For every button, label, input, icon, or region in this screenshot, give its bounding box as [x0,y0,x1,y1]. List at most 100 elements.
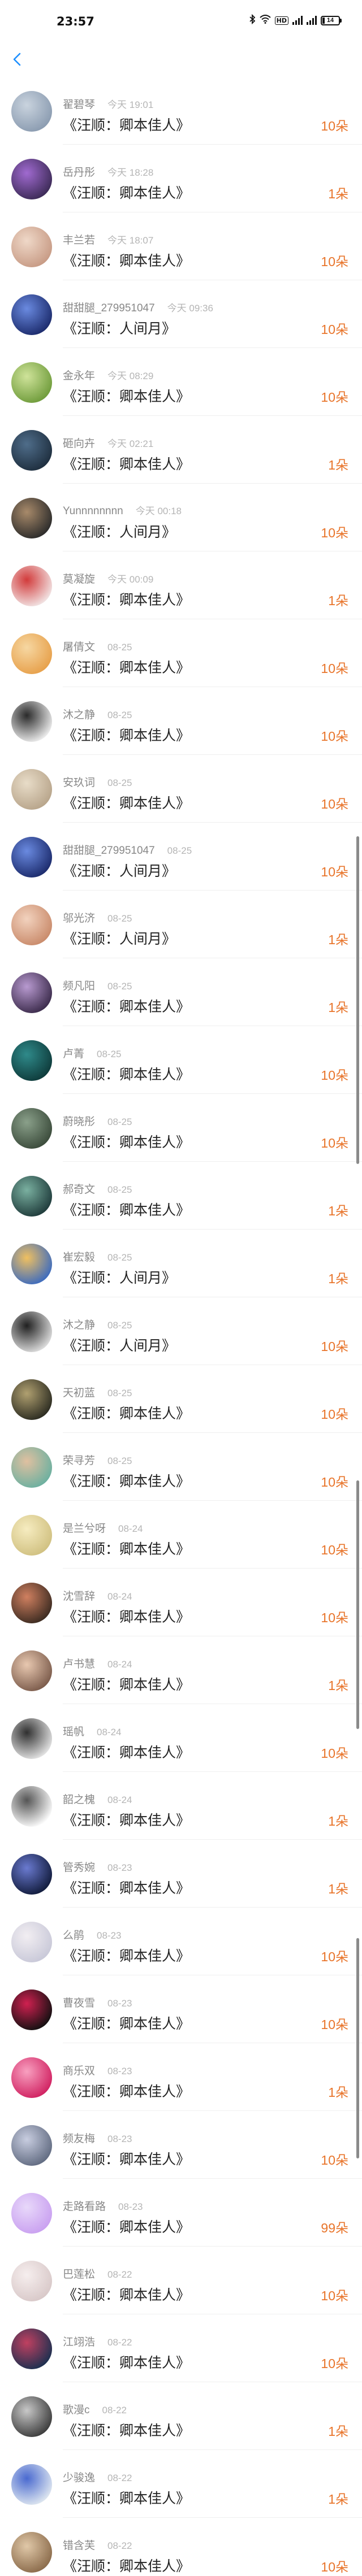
work-title: 《汪顺：人间月》 [63,524,176,540]
list-item[interactable]: 安玖词 08-25 《汪顺：卿本佳人》 10朵 [0,755,362,823]
list-item[interactable]: 么鹃 08-23 《汪顺：卿本佳人》 10朵 [0,1908,362,1975]
avatar[interactable] [11,91,52,132]
avatar[interactable] [11,498,52,538]
list-item[interactable]: 岳丹彤 今天 18:28 《汪顺：卿本佳人》 1朵 [0,145,362,212]
list-item[interactable]: 甜甜腿_279951047 今天 09:36 《汪顺：人间月》 10朵 [0,280,362,348]
timestamp: 今天 08:29 [107,371,154,381]
list-item[interactable]: 蔚晓彤 08-25 《汪顺：卿本佳人》 10朵 [0,1094,362,1162]
scrollbar-thumb[interactable] [356,836,359,1164]
avatar[interactable] [11,2261,52,2301]
user-name: 瑶帆 [63,1726,85,1738]
avatar[interactable] [11,1650,52,1691]
list-item[interactable]: 天初蓝 08-25 《汪顺：卿本佳人》 10朵 [0,1365,362,1433]
work-title: 《汪顺：卿本佳人》 [63,2355,191,2371]
list-item[interactable]: 砸向卉 今天 02:21 《汪顺：卿本佳人》 1朵 [0,416,362,484]
avatar[interactable] [11,1108,52,1149]
list-item[interactable]: 曹夜雪 08-23 《汪顺：卿本佳人》 10朵 [0,1975,362,2043]
list-item[interactable]: 郝奇文 08-25 《汪顺：卿本佳人》 1朵 [0,1162,362,1230]
hd-icon: HD [274,16,288,25]
list-item[interactable]: Yunnnnnnnn 今天 00:18 《汪顺：人间月》 10朵 [0,484,362,551]
list-item[interactable]: 邬光济 08-25 《汪顺：人间月》 1朵 [0,890,362,958]
list-item[interactable]: 莫凝旋 今天 00:09 《汪顺：卿本佳人》 1朵 [0,551,362,619]
item-meta: 沐之静 08-25 [63,706,132,722]
avatar[interactable] [11,972,52,1013]
item-meta: 屠倩文 08-25 [63,638,132,654]
avatar[interactable] [11,1311,52,1352]
avatar[interactable] [11,701,52,742]
avatar[interactable] [11,1786,52,1827]
avatar[interactable] [11,362,52,403]
list-item[interactable]: 甜甜腿_279951047 08-25 《汪顺：人间月》 10朵 [0,823,362,890]
user-name: 丰兰若 [63,234,96,246]
avatar[interactable] [11,1447,52,1488]
avatar[interactable] [11,1854,52,1895]
avatar[interactable] [11,905,52,945]
list-item[interactable]: 屠倩文 08-25 《汪顺：卿本佳人》 10朵 [0,619,362,687]
back-button[interactable] [11,52,24,67]
list-item[interactable]: 频凡阳 08-25 《汪顺：卿本佳人》 1朵 [0,958,362,1026]
avatar[interactable] [11,2329,52,2369]
list-item[interactable]: 卢菁 08-25 《汪顺：卿本佳人》 10朵 [0,1026,362,1094]
avatar[interactable] [11,2532,52,2573]
list-item[interactable]: 管秀婉 08-23 《汪顺：卿本佳人》 1朵 [0,1840,362,1908]
list-item[interactable]: 少骏逸 08-22 《汪顺：卿本佳人》 1朵 [0,2450,362,2518]
avatar[interactable] [11,2057,52,2098]
list-item[interactable]: 江翊浩 08-22 《汪顺：卿本佳人》 10朵 [0,2314,362,2382]
avatar[interactable] [11,430,52,471]
list-item[interactable]: 走路看路 08-23 《汪顺：卿本佳人》 99朵 [0,2179,362,2247]
avatar[interactable] [11,1922,52,1962]
avatar[interactable] [11,633,52,674]
list-item[interactable]: 韶之槐 08-24 《汪顺：卿本佳人》 1朵 [0,1772,362,1840]
avatar[interactable] [11,1989,52,2030]
avatar[interactable] [11,1718,52,1759]
timestamp: 08-22 [107,2269,132,2280]
avatar[interactable] [11,1515,52,1556]
timestamp: 今天 18:28 [107,167,154,178]
avatar[interactable] [11,1379,52,1420]
scrollbar-thumb[interactable] [356,1938,359,2158]
list-item[interactable]: 沐之静 08-25 《汪顺：人间月》 10朵 [0,1297,362,1365]
avatar[interactable] [11,2464,52,2505]
avatar[interactable] [11,769,52,810]
list-item[interactable]: 金永年 今天 08:29 《汪顺：卿本佳人》 10朵 [0,348,362,416]
item-meta: 甜甜腿_279951047 今天 09:36 [63,299,213,315]
wifi-icon [259,15,271,26]
list-item[interactable]: 歌漫c 08-22 《汪顺：卿本佳人》 1朵 [0,2382,362,2450]
list-item[interactable]: 商乐双 08-23 《汪顺：卿本佳人》 1朵 [0,2043,362,2111]
list-item[interactable]: 沈雪辞 08-24 《汪顺：卿本佳人》 10朵 [0,1569,362,1636]
timestamp: 08-22 [107,2337,132,2348]
list-item[interactable]: 沐之静 08-25 《汪顺：卿本佳人》 10朵 [0,687,362,755]
list-item[interactable]: 荣寻芳 08-25 《汪顺：卿本佳人》 10朵 [0,1433,362,1501]
user-name: 蔚晓彤 [63,1116,96,1128]
list-item[interactable]: 错含芙 08-22 《汪顺：卿本佳人》 10朵 [0,2518,362,2576]
list-item[interactable]: 卢书慧 08-24 《汪顺：卿本佳人》 1朵 [0,1636,362,1704]
avatar[interactable] [11,2193,52,2234]
item-meta: 沈雪辞 08-24 [63,1588,132,1603]
avatar[interactable] [11,2125,52,2166]
item-meta: 荣寻芳 08-25 [63,1452,132,1467]
list-item[interactable]: 丰兰若 今天 18:07 《汪顺：卿本佳人》 10朵 [0,212,362,280]
avatar[interactable] [11,1176,52,1217]
list-item[interactable]: 翟碧琴 今天 19:01 《汪顺：卿本佳人》 10朵 [0,77,362,145]
user-name: 江翊浩 [63,2336,96,2348]
reward-amount: 10朵 [321,2560,348,2574]
avatar[interactable] [11,227,52,267]
avatar[interactable] [11,566,52,606]
avatar[interactable] [11,1244,52,1284]
list-item[interactable]: 巴莲松 08-22 《汪顺：卿本佳人》 10朵 [0,2247,362,2314]
list-item[interactable]: 频友梅 08-23 《汪顺：卿本佳人》 10朵 [0,2111,362,2179]
user-name: 郝奇文 [63,1184,96,1196]
avatar[interactable] [11,294,52,335]
list-item[interactable]: 是兰兮呀 08-24 《汪顺：卿本佳人》 10朵 [0,1501,362,1569]
avatar[interactable] [11,1040,52,1081]
scrollbar-thumb[interactable] [356,1480,359,1729]
timestamp: 08-25 [107,913,132,924]
timestamp: 08-25 [107,1184,132,1195]
avatar[interactable] [11,2396,52,2437]
reward-amount: 1朵 [328,1882,348,1896]
list-item[interactable]: 瑶帆 08-24 《汪顺：卿本佳人》 10朵 [0,1704,362,1772]
avatar[interactable] [11,159,52,199]
avatar[interactable] [11,1583,52,1623]
avatar[interactable] [11,837,52,878]
list-item[interactable]: 崔宏毅 08-25 《汪顺：人间月》 1朵 [0,1230,362,1297]
